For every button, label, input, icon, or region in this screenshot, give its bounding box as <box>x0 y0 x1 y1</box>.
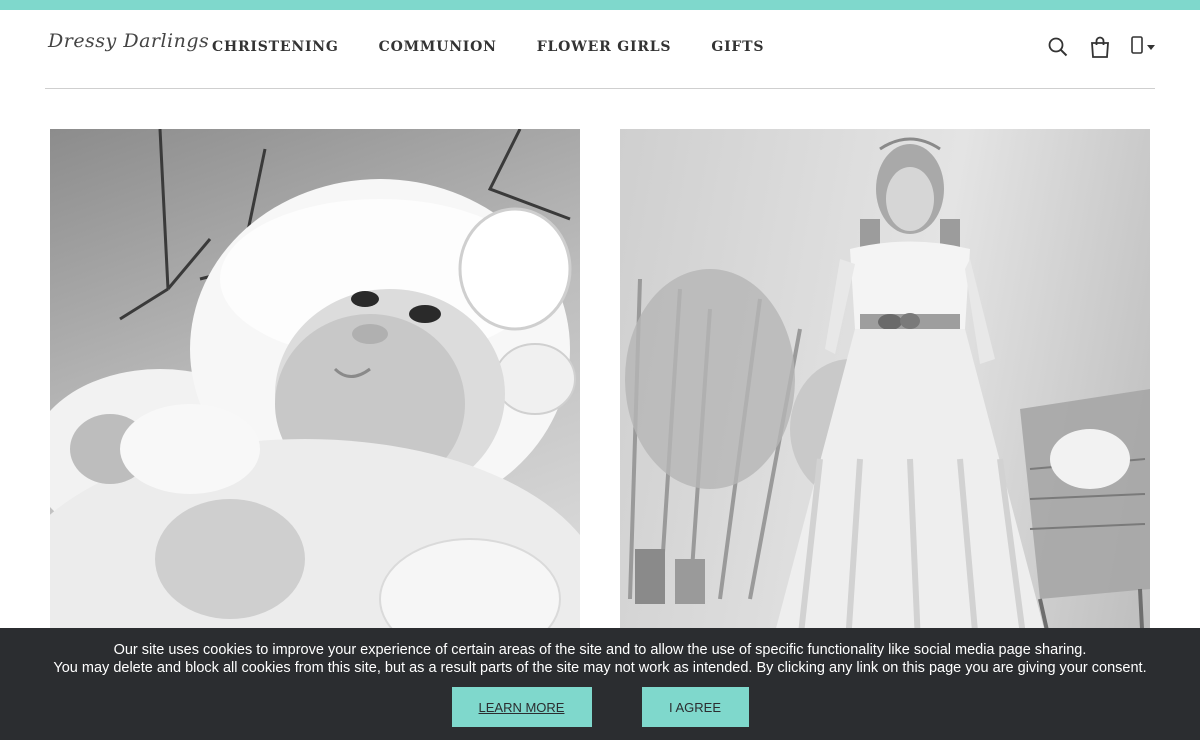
top-accent-stripe <box>0 0 1200 10</box>
cookie-message-line-2: You may delete and block all cookies fro… <box>53 660 1147 676</box>
agree-button[interactable]: I AGREE <box>641 687 749 727</box>
cookie-actions: LEARN MORE I AGREE <box>0 687 1200 727</box>
cookie-message: Our site uses cookies to improve your ex… <box>0 641 1200 677</box>
nav-item-flower-girls[interactable]: FLOWER GIRLS <box>537 39 672 55</box>
site-header: Dressy Darlings CHRISTENING COMMUNION FL… <box>45 10 1155 89</box>
nav-item-gifts[interactable]: GIFTS <box>711 39 764 55</box>
shopping-bag-icon[interactable] <box>1089 34 1111 60</box>
nav-item-christening[interactable]: CHRISTENING <box>212 39 339 55</box>
christening-baby-photo[interactable] <box>50 129 580 689</box>
header-icons <box>1047 34 1155 60</box>
learn-more-button[interactable]: LEARN MORE <box>451 687 592 727</box>
phone-menu[interactable] <box>1131 35 1155 59</box>
chevron-down-icon <box>1147 44 1155 50</box>
nav-item-communion[interactable]: COMMUNION <box>379 39 497 55</box>
main-nav: CHRISTENING COMMUNION FLOWER GIRLS GIFTS <box>212 39 764 55</box>
cookie-message-line-1: Our site uses cookies to improve your ex… <box>113 642 1087 658</box>
cookie-consent-bar: Our site uses cookies to improve your ex… <box>0 628 1200 740</box>
search-icon[interactable] <box>1047 34 1069 60</box>
site-logo[interactable]: Dressy Darlings <box>48 30 209 52</box>
phone-icon <box>1131 35 1143 59</box>
communion-girl-photo[interactable] <box>620 129 1150 689</box>
